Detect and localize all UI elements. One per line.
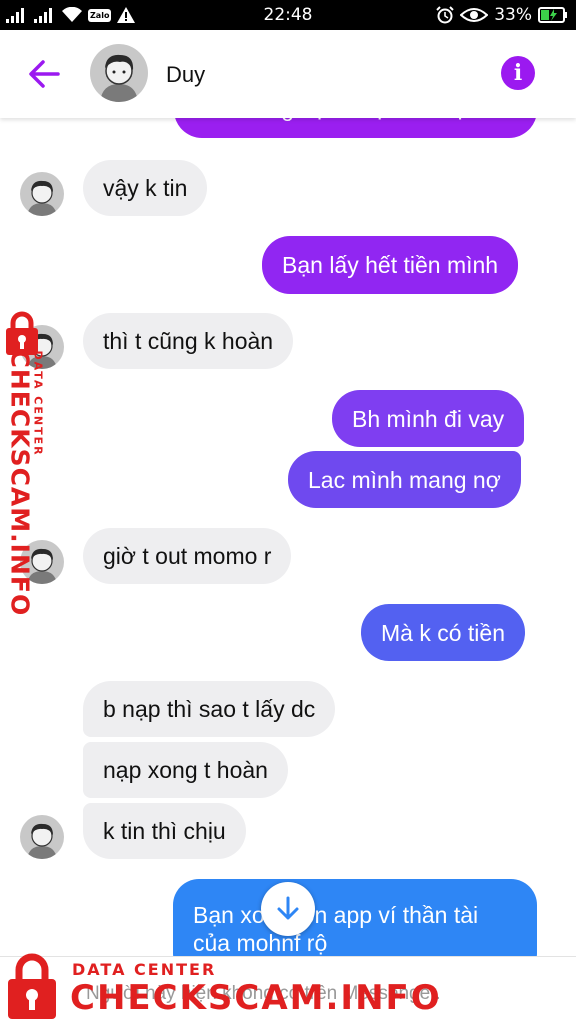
scroll-down-icon bbox=[277, 896, 299, 920]
contact-avatar-small bbox=[20, 815, 64, 859]
message-outgoing: Bh mình đi vay bbox=[332, 390, 525, 447]
message-outgoing: tường bạn được nữ bạn bbox=[174, 118, 537, 138]
contact-name[interactable]: Duy bbox=[166, 62, 205, 88]
scroll-down-button[interactable] bbox=[261, 882, 315, 936]
status-bar: Zalo 22:48 33% bbox=[0, 0, 576, 30]
status-right: 33% bbox=[436, 4, 568, 26]
message-incoming: k tin thì chịu bbox=[83, 803, 246, 859]
back-arrow-icon[interactable] bbox=[26, 56, 62, 92]
watermark-big-text: CHECKSCAM.INFO bbox=[5, 349, 35, 617]
battery-icon bbox=[538, 7, 567, 23]
contact-avatar[interactable] bbox=[90, 44, 148, 102]
lock-icon bbox=[8, 953, 56, 1019]
message-incoming: b nạp thì sao t lấy dc bbox=[83, 681, 336, 737]
message-outgoing: Bạn lấy hết tiền mình bbox=[262, 236, 519, 294]
message-list[interactable]: tường bạn được nữ bạn vậy k tin Bạn lấy … bbox=[0, 118, 576, 956]
watermark-side: DATA CENTER CHECKSCAM.INFO bbox=[2, 310, 64, 616]
watermark-small-text: DATA CENTER bbox=[72, 960, 217, 979]
info-icon[interactable]: i bbox=[501, 56, 535, 90]
battery-percent: 33% bbox=[494, 5, 532, 25]
conversation-header: Duy i bbox=[0, 30, 576, 118]
message-incoming: nạp xong t hoàn bbox=[83, 742, 288, 798]
eye-icon bbox=[460, 8, 489, 22]
message-incoming: thì t cũng k hoàn bbox=[83, 313, 294, 369]
message-incoming: giờ t out momo r bbox=[83, 528, 292, 584]
watermark-bottom: DATA CENTER CHECKSCAM.INFO bbox=[0, 948, 576, 1024]
message-outgoing-multiline: Bạn xoá luôn app ví thần tài của mohnf r… bbox=[173, 879, 537, 956]
watermark-big-text: CHECKSCAM.INFO bbox=[70, 978, 442, 1018]
message-incoming: vậy k tin bbox=[83, 160, 208, 216]
message-line: Bạn xoá luôn app ví thần tài bbox=[193, 902, 479, 928]
contact-avatar-small bbox=[20, 172, 64, 216]
message-outgoing: Mà k có tiền bbox=[361, 604, 525, 661]
alarm-icon bbox=[436, 6, 454, 24]
message-outgoing: Lac mình mang nợ bbox=[288, 451, 521, 508]
